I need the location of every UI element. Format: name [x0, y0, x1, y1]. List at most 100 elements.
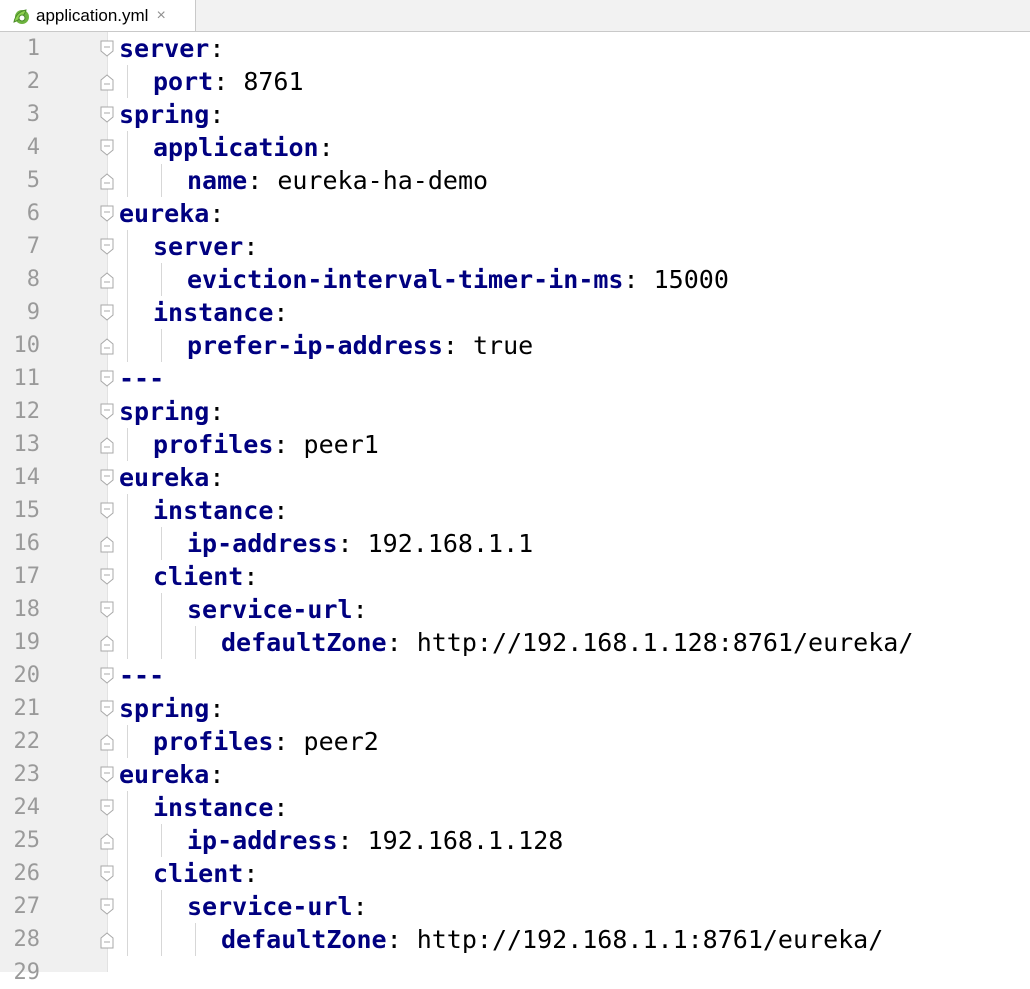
code-text: spring:: [119, 695, 224, 722]
yaml-value: peer2: [288, 727, 379, 756]
line-number: 29: [13, 960, 41, 985]
fold-start-icon[interactable]: [99, 403, 115, 421]
fold-start-icon[interactable]: [99, 865, 115, 883]
yaml-key: spring: [119, 397, 210, 426]
fold-end-icon[interactable]: [99, 832, 115, 850]
code-line[interactable]: 14 eureka:: [0, 461, 1030, 494]
code-line[interactable]: 19 defaultZone: http://192.168.1.128:8761…: [0, 626, 1030, 659]
code-line[interactable]: 11 ---: [0, 362, 1030, 395]
fold-end-icon[interactable]: [99, 337, 115, 355]
yaml-key: instance: [153, 496, 274, 525]
indent-guide: [127, 428, 128, 461]
yaml-key: ---: [119, 364, 165, 393]
line-number: 14: [13, 465, 41, 490]
fold-end-icon[interactable]: [99, 172, 115, 190]
yaml-value: true: [457, 331, 534, 360]
code-text: server:: [153, 233, 258, 260]
line-number: 25: [13, 828, 41, 853]
line-number: 10: [13, 333, 41, 358]
code-line[interactable]: 12 spring:: [0, 395, 1030, 428]
line-number: 22: [13, 729, 41, 754]
code-line[interactable]: 5 name: eureka-ha-demo: [0, 164, 1030, 197]
code-line[interactable]: 4 application:: [0, 131, 1030, 164]
code-text: client:: [153, 563, 258, 590]
line-number: 1: [26, 36, 40, 61]
code-line[interactable]: 3 spring:: [0, 98, 1030, 131]
close-icon[interactable]: ×: [156, 7, 165, 25]
code-editor[interactable]: 1 server: 2 port: 8761 3 spring: 4 application:…: [0, 32, 1030, 985]
fold-start-icon[interactable]: [99, 40, 115, 58]
yaml-key: spring: [119, 100, 210, 129]
fold-start-icon[interactable]: [99, 799, 115, 817]
yaml-colon: :: [243, 859, 259, 888]
code-text: service-url:: [187, 596, 368, 623]
fold-end-icon[interactable]: [99, 271, 115, 289]
fold-end-icon[interactable]: [99, 535, 115, 553]
code-line[interactable]: 13 profiles: peer1: [0, 428, 1030, 461]
fold-end-icon[interactable]: [99, 733, 115, 751]
yaml-key: ip-address: [187, 529, 338, 558]
code-line[interactable]: 2 port: 8761: [0, 65, 1030, 98]
fold-start-icon[interactable]: [99, 370, 115, 388]
fold-start-icon[interactable]: [99, 700, 115, 718]
tab-application-yml[interactable]: application.yml ×: [0, 0, 196, 31]
code-line[interactable]: 22 profiles: peer2: [0, 725, 1030, 758]
fold-start-icon[interactable]: [99, 667, 115, 685]
yaml-key: prefer-ip-address: [187, 331, 443, 360]
line-number: 5: [26, 168, 40, 193]
code-line[interactable]: 27 service-url:: [0, 890, 1030, 923]
line-number: 12: [13, 399, 41, 424]
code-line[interactable]: 9 instance:: [0, 296, 1030, 329]
code-line[interactable]: 1 server:: [0, 32, 1030, 65]
fold-end-icon[interactable]: [99, 634, 115, 652]
code-line[interactable]: 15 instance:: [0, 494, 1030, 527]
line-number: 20: [13, 663, 41, 688]
code-line[interactable]: 16 ip-address: 192.168.1.1: [0, 527, 1030, 560]
code-text: client:: [153, 860, 258, 887]
line-number: 23: [13, 762, 41, 787]
code-line[interactable]: 26 client:: [0, 857, 1030, 890]
code-line[interactable]: 18 service-url:: [0, 593, 1030, 626]
spring-leaf-icon: [13, 8, 29, 24]
fold-start-icon[interactable]: [99, 304, 115, 322]
fold-start-icon[interactable]: [99, 469, 115, 487]
fold-start-icon[interactable]: [99, 139, 115, 157]
fold-end-icon[interactable]: [99, 73, 115, 91]
fold-start-icon[interactable]: [99, 106, 115, 124]
code-text: eureka:: [119, 200, 224, 227]
line-number: 13: [13, 432, 41, 457]
fold-end-icon[interactable]: [99, 931, 115, 949]
code-line[interactable]: 24 instance:: [0, 791, 1030, 824]
yaml-colon: :: [386, 628, 402, 657]
fold-start-icon[interactable]: [99, 766, 115, 784]
fold-start-icon[interactable]: [99, 238, 115, 256]
fold-start-icon[interactable]: [99, 502, 115, 520]
yaml-colon: :: [243, 562, 259, 591]
yaml-colon: :: [318, 133, 334, 162]
fold-start-icon[interactable]: [99, 568, 115, 586]
fold-start-icon[interactable]: [99, 601, 115, 619]
line-number: 24: [13, 795, 41, 820]
code-line[interactable]: 29: [0, 956, 1030, 989]
code-line[interactable]: 21 spring:: [0, 692, 1030, 725]
code-line[interactable]: 23 eureka:: [0, 758, 1030, 791]
indent-guide: [195, 626, 196, 659]
code-line[interactable]: 10 prefer-ip-address: true: [0, 329, 1030, 362]
fold-start-icon[interactable]: [99, 898, 115, 916]
fold-start-icon[interactable]: [99, 205, 115, 223]
code-line[interactable]: 7 server:: [0, 230, 1030, 263]
code-line[interactable]: 20 ---: [0, 659, 1030, 692]
line-number: 7: [26, 234, 40, 259]
code-text: eureka:: [119, 761, 224, 788]
code-text: application:: [153, 134, 334, 161]
code-text: instance:: [153, 794, 288, 821]
indent-guide: [127, 230, 128, 263]
code-line[interactable]: 28 defaultZone: http://192.168.1.1:8761/e…: [0, 923, 1030, 956]
yaml-key: instance: [153, 793, 274, 822]
yaml-colon: :: [213, 67, 229, 96]
code-line[interactable]: 17 client:: [0, 560, 1030, 593]
code-line[interactable]: 25 ip-address: 192.168.1.128: [0, 824, 1030, 857]
code-line[interactable]: 6 eureka:: [0, 197, 1030, 230]
fold-end-icon[interactable]: [99, 436, 115, 454]
code-line[interactable]: 8 eviction-interval-timer-in-ms: 15000: [0, 263, 1030, 296]
